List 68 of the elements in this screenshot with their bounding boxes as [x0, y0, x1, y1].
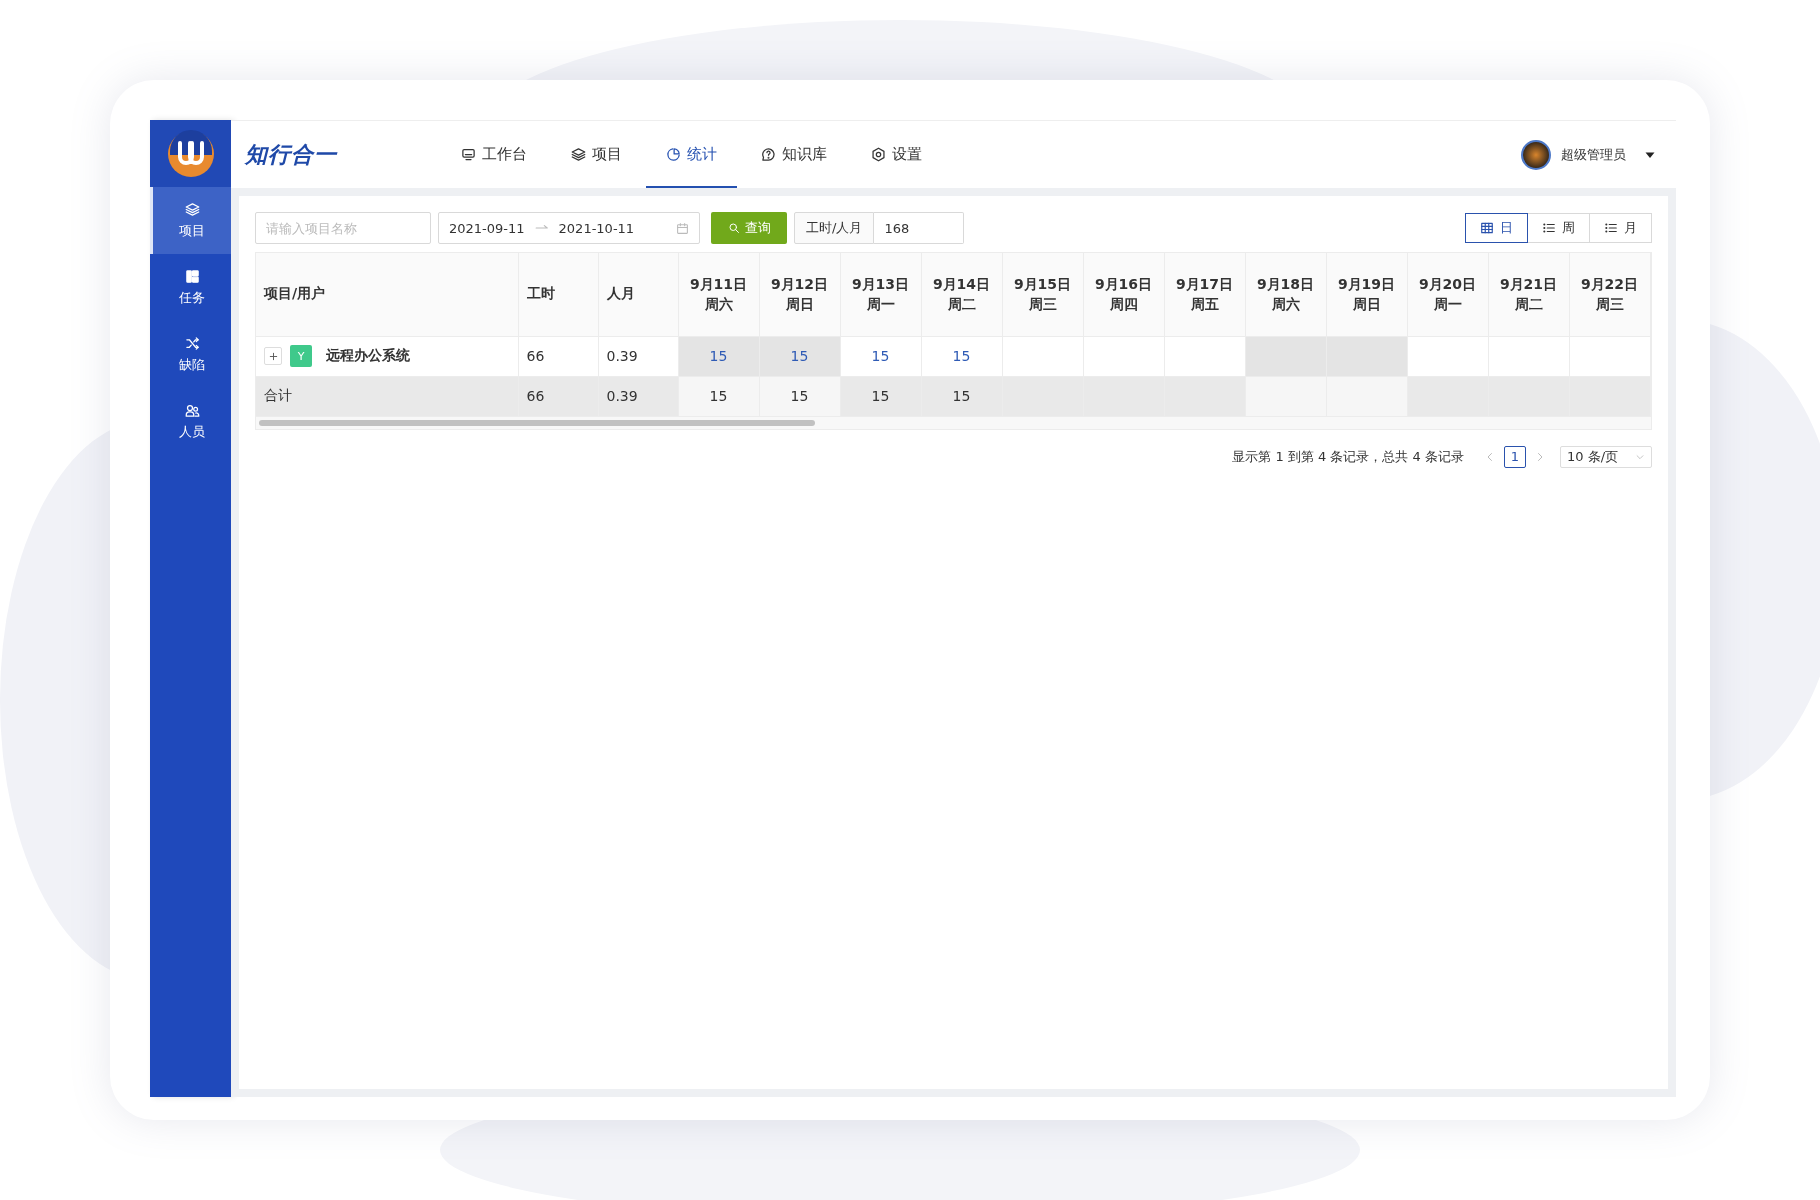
- nav-tab[interactable]: 知识库: [741, 121, 847, 188]
- logo-icon: [165, 128, 216, 179]
- hours-cell: 66: [518, 376, 598, 416]
- nav-tab[interactable]: 项目: [551, 121, 642, 188]
- date-column-header: 9月19日 周日: [1326, 253, 1407, 336]
- ratio-field[interactable]: 168: [874, 212, 965, 244]
- project-tag: Y: [290, 345, 312, 367]
- date-column-header: 9月17日 周五: [1164, 253, 1245, 336]
- date-column-header: 9月16日 周四: [1083, 253, 1164, 336]
- day-cell: 15: [678, 376, 759, 416]
- ratio-label: 工时/人月: [794, 212, 875, 244]
- date-column-header: 9月21日 周二: [1488, 253, 1569, 336]
- search-field[interactable]: 请输入项目名称: [255, 212, 431, 244]
- day-cell: 15: [921, 376, 1002, 416]
- expand-button[interactable]: [264, 347, 282, 365]
- hours-cell: 66: [518, 336, 598, 376]
- settings-icon: [871, 147, 886, 162]
- column-header: 项目/用户: [256, 253, 518, 336]
- total-label: 合计: [256, 376, 518, 416]
- date-column-header: 9月14日 周二: [921, 253, 1002, 336]
- view-toggle[interactable]: 周: [1527, 213, 1590, 243]
- day-cell: 15: [759, 376, 840, 416]
- sidebar-item[interactable]: 项目: [150, 187, 231, 254]
- layout-icon: [184, 268, 200, 284]
- record-summary: 显示第 1 到第 4 条记录，总共 4 条记录: [1232, 447, 1464, 466]
- date-range-field[interactable]: 2021-09-11 2021-10-11: [438, 212, 700, 244]
- sidebar-item[interactable]: 任务: [150, 254, 231, 321]
- date-column-header: 9月15日 周三: [1002, 253, 1083, 336]
- day-cell: 15: [678, 336, 759, 376]
- column-header: 人月: [598, 253, 678, 336]
- date-column-header: 9月13日 周一: [840, 253, 921, 336]
- user-avatar[interactable]: [1521, 139, 1551, 170]
- monitor-icon: [461, 147, 476, 162]
- nav-tab[interactable]: 工作台: [441, 121, 547, 188]
- date-column-header: 9月20日 周一: [1407, 253, 1488, 336]
- date-column-header: 9月12日 周日: [759, 253, 840, 336]
- layers-icon: [571, 147, 586, 162]
- project-name[interactable]: 远程办公系统: [326, 347, 410, 365]
- person-month-cell: 0.39: [598, 336, 678, 376]
- plus-icon: [267, 350, 279, 362]
- date-column-header: 9月11日 周六: [678, 253, 759, 336]
- day-cell: 15: [759, 336, 840, 376]
- help-icon: [761, 147, 776, 162]
- list-icon: [1542, 221, 1556, 235]
- shuffle-icon: [184, 335, 200, 351]
- sidebar-item[interactable]: 缺陷: [150, 321, 231, 388]
- column-header: 工时: [518, 253, 598, 336]
- day-cell: 15: [921, 336, 1002, 376]
- view-toggle[interactable]: 日: [1465, 213, 1528, 243]
- table-icon: [1480, 221, 1494, 235]
- layers-icon: [184, 201, 200, 217]
- view-toggle[interactable]: 月: [1589, 213, 1652, 243]
- calendar-icon: [676, 221, 689, 235]
- brand-name: 知行合一: [245, 140, 339, 169]
- user-name[interactable]: 超级管理员: [1561, 145, 1626, 164]
- day-cell: 15: [840, 336, 921, 376]
- day-cell: 15: [840, 376, 921, 416]
- person-month-cell: 0.39: [598, 376, 678, 416]
- list-icon: [1604, 221, 1618, 235]
- page-size-select[interactable]: 10 条/页: [1560, 445, 1652, 468]
- pie-chart-icon: [666, 147, 681, 162]
- date-column-header: 9月22日 周三: [1569, 253, 1650, 336]
- nav-tab[interactable]: 设置: [851, 121, 942, 188]
- sidebar-item[interactable]: 人员: [150, 388, 231, 455]
- page-button[interactable]: 1: [1504, 445, 1526, 468]
- date-column-header: 9月18日 周六: [1245, 253, 1326, 336]
- users-icon: [184, 402, 200, 418]
- search-icon: [727, 222, 740, 234]
